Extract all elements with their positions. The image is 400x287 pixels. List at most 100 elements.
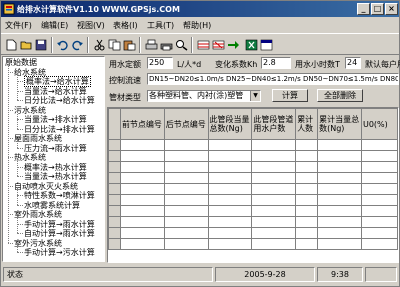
calc-button[interactable]: 计算: [272, 89, 308, 102]
table-cell[interactable]: [163, 150, 209, 162]
table-cell[interactable]: [251, 216, 297, 228]
arrow-right-icon[interactable]: [227, 39, 240, 51]
tree-group-6[interactable]: 室外污水系统: [14, 239, 62, 248]
row-header[interactable]: [108, 194, 121, 206]
excel-icon[interactable]: [245, 39, 258, 51]
table-cell[interactable]: [317, 216, 362, 228]
table-cell[interactable]: [251, 161, 297, 173]
table-cell[interactable]: [360, 172, 398, 184]
new-icon[interactable]: [5, 39, 18, 51]
tree-group-3[interactable]: 热水系统: [14, 153, 46, 162]
table-cell[interactable]: [295, 194, 319, 206]
save-icon[interactable]: [35, 39, 48, 51]
table-cell[interactable]: [251, 183, 297, 195]
col-next-node[interactable]: 后节点编号: [163, 108, 209, 140]
tree-view[interactable]: 原始数据 给水系统 概率法→给水计算 当量法→给水计算 日分比法→给水计算 污水系统 当量法…: [2, 56, 105, 262]
table-cell[interactable]: [317, 238, 362, 250]
col-segment-equivalent[interactable]: 此管段当量总数(Ng): [207, 108, 253, 140]
menu-table[interactable]: 表格(I): [113, 20, 138, 31]
table-cell[interactable]: [163, 227, 209, 239]
grid-delete-icon[interactable]: [212, 39, 225, 51]
table-cell[interactable]: [295, 150, 319, 162]
table-cell[interactable]: [119, 227, 165, 239]
table-row[interactable]: [108, 150, 398, 162]
table-cell[interactable]: [163, 238, 209, 250]
menu-help[interactable]: 帮助(H): [183, 20, 211, 31]
table-cell[interactable]: [360, 205, 398, 217]
table-cell[interactable]: [295, 183, 319, 195]
table-cell[interactable]: [317, 205, 362, 217]
table-row[interactable]: [108, 161, 398, 173]
table-cell[interactable]: [251, 205, 297, 217]
table-row[interactable]: [108, 139, 398, 151]
flow-control-input[interactable]: DN15~DN20≤1.0m/s DN25~DN40≤1.2m/s DN50~D…: [147, 73, 399, 85]
table-cell[interactable]: [163, 216, 209, 228]
printer-icon[interactable]: [160, 39, 173, 51]
open-icon[interactable]: [20, 39, 33, 51]
table-cell[interactable]: [207, 150, 253, 162]
table-cell[interactable]: [119, 194, 165, 206]
col-u0[interactable]: U0(%): [360, 108, 398, 140]
redo-icon[interactable]: [71, 39, 84, 51]
tree-item[interactable]: 概率法→热水计算: [24, 163, 87, 172]
table-row[interactable]: [108, 183, 398, 195]
table-row[interactable]: [108, 227, 398, 239]
table-cell[interactable]: [207, 194, 253, 206]
tree-item[interactable]: 当量法→给水计算: [24, 87, 87, 96]
pipe-type-select[interactable]: 各种塑料管、内衬(涂)塑管 ▼: [147, 90, 261, 102]
table-row[interactable]: [108, 238, 398, 250]
row-header[interactable]: [108, 205, 121, 217]
find-icon[interactable]: [175, 39, 188, 51]
row-header[interactable]: [108, 227, 121, 239]
table-cell[interactable]: [207, 183, 253, 195]
table-row[interactable]: [108, 172, 398, 184]
maximize-button[interactable]: □: [371, 3, 384, 15]
table-cell[interactable]: [119, 150, 165, 162]
tree-item[interactable]: 手动计算→污水计算: [24, 248, 95, 257]
table-cell[interactable]: [119, 216, 165, 228]
table-cell[interactable]: [360, 183, 398, 195]
table-cell[interactable]: [317, 139, 362, 151]
table-cell[interactable]: [360, 194, 398, 206]
table-cell[interactable]: [251, 150, 297, 162]
table-cell[interactable]: [360, 227, 398, 239]
table-cell[interactable]: [295, 227, 319, 239]
table-cell[interactable]: [207, 205, 253, 217]
table-cell[interactable]: [360, 150, 398, 162]
table-cell[interactable]: [317, 194, 362, 206]
row-header[interactable]: [108, 216, 121, 228]
cut-icon[interactable]: [93, 39, 106, 51]
row-header[interactable]: [108, 172, 121, 184]
print-icon[interactable]: [145, 39, 158, 51]
table-cell[interactable]: [317, 183, 362, 195]
delete-all-button[interactable]: 全部删除: [317, 89, 363, 102]
tree-item[interactable]: 日分比法→排水计算: [24, 125, 95, 134]
table-cell[interactable]: [163, 183, 209, 195]
table-cell[interactable]: [251, 227, 297, 239]
grid-insert-icon[interactable]: [197, 39, 210, 51]
table-cell[interactable]: [295, 139, 319, 151]
menu-file[interactable]: 文件(F): [5, 20, 32, 31]
data-grid[interactable]: 前节点编号 后节点编号 此管段当量总数(Ng) 此管段管道用水户数 累计人数 累…: [107, 107, 399, 263]
col-total-equivalent[interactable]: 累计当量总数(Ng): [317, 108, 362, 140]
table-cell[interactable]: [317, 161, 362, 173]
window-icon[interactable]: [260, 39, 273, 51]
table-cell[interactable]: [119, 172, 165, 184]
col-segment-households[interactable]: 此管段管道用水户数: [251, 108, 297, 140]
table-cell[interactable]: [251, 172, 297, 184]
table-cell[interactable]: [207, 227, 253, 239]
table-row[interactable]: [108, 205, 398, 217]
hours-input[interactable]: 24: [345, 57, 361, 69]
menu-tools[interactable]: 工具(T): [147, 20, 174, 31]
table-cell[interactable]: [251, 139, 297, 151]
table-cell[interactable]: [207, 172, 253, 184]
tree-item[interactable]: 自动计算→雨水计算: [24, 229, 95, 238]
chevron-down-icon[interactable]: ▼: [250, 91, 260, 101]
row-header[interactable]: [108, 161, 121, 173]
table-cell[interactable]: [295, 238, 319, 250]
table-cell[interactable]: [119, 183, 165, 195]
tree-group-4[interactable]: 自动喷水灭火系统: [14, 182, 78, 191]
table-cell[interactable]: [360, 161, 398, 173]
row-header[interactable]: [108, 150, 121, 162]
table-cell[interactable]: [119, 238, 165, 250]
